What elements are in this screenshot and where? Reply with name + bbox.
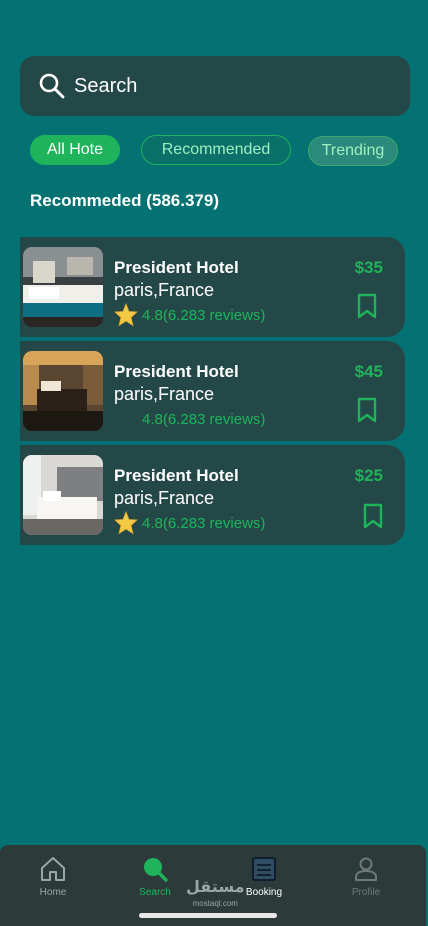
watermark-main: مستقل xyxy=(186,879,245,896)
hotel-location: paris,France xyxy=(114,384,215,404)
home-icon xyxy=(41,857,65,881)
hotel-name: President Hotel xyxy=(114,362,239,381)
hotel-photo xyxy=(23,247,103,327)
hotel-card[interactable]: President Hotel paris,France 4.8(6.283 r… xyxy=(20,237,405,337)
hotel-rating: 4.8(6.283 reviews) xyxy=(114,303,265,327)
hotel-price: $45 xyxy=(354,362,383,381)
search-icon xyxy=(39,73,65,99)
bookmark-icon[interactable] xyxy=(363,503,383,529)
hotel-rating: 4.8(6.283 reviews) xyxy=(114,407,265,431)
section-title: Recommeded (586.379) xyxy=(30,191,219,210)
filter-recommended[interactable]: Recommended xyxy=(141,135,291,165)
filter-tabs: All Hote Recommended Trending xyxy=(0,135,428,166)
profile-icon xyxy=(355,857,377,881)
hotel-name: President Hotel xyxy=(114,466,239,485)
star-icon xyxy=(114,511,138,535)
nav-search[interactable]: Search xyxy=(125,855,185,898)
nav-profile[interactable]: Profile xyxy=(336,855,396,898)
watermark-sub: mostaql.com xyxy=(192,899,238,908)
hotel-rating: 4.8(6.283 reviews) xyxy=(114,511,265,535)
rating-text: 4.8(6.283 reviews) xyxy=(142,306,266,324)
hotel-photo xyxy=(23,351,103,431)
bookmark-icon[interactable] xyxy=(357,397,377,423)
hotel-price: $25 xyxy=(354,466,383,485)
hotel-card[interactable]: President Hotel paris,France 4.8(6.283 r… xyxy=(20,445,405,545)
hotel-card[interactable]: President Hotel paris,France 4.8(6.283 r… xyxy=(20,341,405,441)
rating-text: 4.8(6.283 reviews) xyxy=(142,410,266,428)
nav-home[interactable]: Home xyxy=(23,855,83,898)
search-input[interactable] xyxy=(72,73,376,99)
nav-profile-label: Profile xyxy=(351,887,381,898)
hotel-location: paris,France xyxy=(114,488,215,508)
booking-icon xyxy=(252,857,276,881)
watermark: مستقل mostaql.com xyxy=(186,880,245,912)
filter-all-hotels[interactable]: All Hote xyxy=(30,135,120,165)
hotel-name: President Hotel xyxy=(114,258,239,277)
bookmark-icon[interactable] xyxy=(357,293,377,319)
home-indicator[interactable] xyxy=(139,913,277,918)
star-icon xyxy=(114,303,138,327)
hotel-price: $35 xyxy=(354,258,383,277)
search-bar[interactable] xyxy=(20,56,410,116)
filter-trending[interactable]: Trending xyxy=(308,136,398,166)
nav-home-label: Home xyxy=(39,887,67,898)
nav-booking-label: Booking xyxy=(245,887,283,898)
hotel-photo xyxy=(23,455,103,535)
search-icon xyxy=(144,858,168,882)
hotel-location: paris,France xyxy=(114,280,215,300)
nav-search-label: Search xyxy=(139,887,171,898)
rating-text: 4.8(6.283 reviews) xyxy=(142,514,266,532)
